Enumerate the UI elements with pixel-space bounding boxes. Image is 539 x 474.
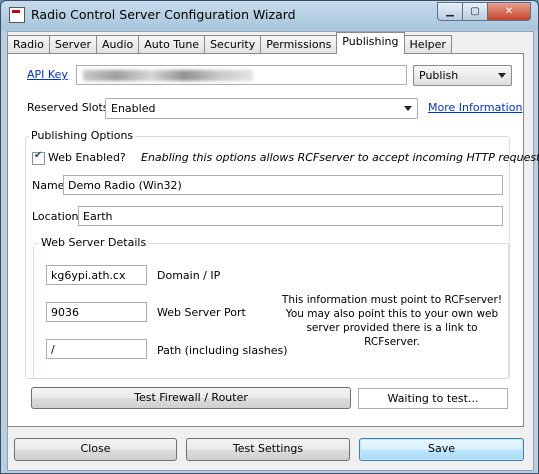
tab-audio[interactable]: Audio bbox=[96, 35, 140, 54]
close-window-button[interactable]: ✕ bbox=[488, 2, 531, 21]
tab-auto-tune[interactable]: Auto Tune bbox=[138, 35, 206, 54]
save-button[interactable]: Save bbox=[359, 438, 524, 461]
tab-publishing[interactable]: Publishing bbox=[336, 32, 405, 54]
tab-security[interactable]: Security bbox=[204, 35, 262, 54]
reserved-slots-select[interactable]: Enabled bbox=[105, 98, 418, 119]
title-bar[interactable]: Radio Control Server Configuration Wizar… bbox=[1, 1, 538, 31]
publishing-options-title: Publishing Options bbox=[29, 129, 136, 142]
test-firewall-button[interactable]: Test Firewall / Router bbox=[31, 387, 351, 409]
maximize-icon: ▢ bbox=[470, 6, 480, 17]
web-enabled-hint: Enabling this options allows RCFserver t… bbox=[141, 151, 539, 164]
publish-select[interactable]: Publish bbox=[413, 65, 512, 86]
port-label: Web Server Port bbox=[157, 306, 246, 319]
chevron-down-icon bbox=[404, 106, 412, 111]
window-title: Radio Control Server Configuration Wizar… bbox=[31, 7, 296, 22]
chevron-down-icon bbox=[498, 73, 506, 78]
test-settings-button[interactable]: Test Settings bbox=[186, 438, 350, 461]
tab-helper[interactable]: Helper bbox=[403, 35, 452, 54]
tab-radio[interactable]: Radio bbox=[7, 35, 50, 54]
name-label: Name bbox=[32, 179, 65, 192]
path-field[interactable]: / bbox=[46, 339, 147, 359]
app-icon bbox=[9, 7, 25, 23]
name-field[interactable]: Demo Radio (Win32) bbox=[63, 175, 503, 195]
port-field[interactable]: 9036 bbox=[46, 302, 147, 322]
maximize-button[interactable]: ▢ bbox=[463, 2, 488, 21]
api-key-field[interactable] bbox=[76, 65, 407, 85]
minimize-icon: ▁ bbox=[446, 6, 454, 17]
web-enabled-label: Web Enabled? bbox=[48, 151, 126, 164]
redacted-api-key bbox=[83, 70, 253, 81]
more-information-link[interactable]: More Information bbox=[428, 101, 522, 114]
reserved-slots-value: Enabled bbox=[111, 102, 156, 115]
domain-field[interactable]: kg6ypi.ath.cx bbox=[46, 265, 147, 285]
web-server-info-text: This information must point to RCFserver… bbox=[281, 294, 503, 348]
domain-label: Domain / IP bbox=[157, 269, 221, 282]
minimize-button[interactable]: ▁ bbox=[437, 2, 463, 21]
close-icon: ✕ bbox=[504, 6, 514, 17]
window-controls: ▁ ▢ ✕ bbox=[437, 2, 531, 21]
web-enabled-checkbox[interactable] bbox=[32, 150, 45, 165]
path-label: Path (including slashes) bbox=[157, 344, 288, 357]
web-server-details-title: Web Server Details bbox=[39, 236, 149, 249]
location-label: Location bbox=[32, 210, 79, 223]
tab-server[interactable]: Server bbox=[48, 35, 97, 54]
tab-strip: Radio Server Audio Auto Tune Security Pe… bbox=[7, 32, 452, 54]
location-field[interactable]: Earth bbox=[78, 206, 503, 226]
publishing-panel: API Key Publish Reserved Slots Enabled M… bbox=[7, 53, 539, 427]
test-status: Waiting to test... bbox=[358, 388, 508, 409]
publish-select-value: Publish bbox=[419, 69, 459, 82]
reserved-slots-label: Reserved Slots bbox=[27, 101, 109, 114]
close-button[interactable]: Close bbox=[14, 438, 177, 461]
api-key-link[interactable]: API Key bbox=[27, 68, 68, 81]
tab-permissions[interactable]: Permissions bbox=[260, 35, 338, 54]
